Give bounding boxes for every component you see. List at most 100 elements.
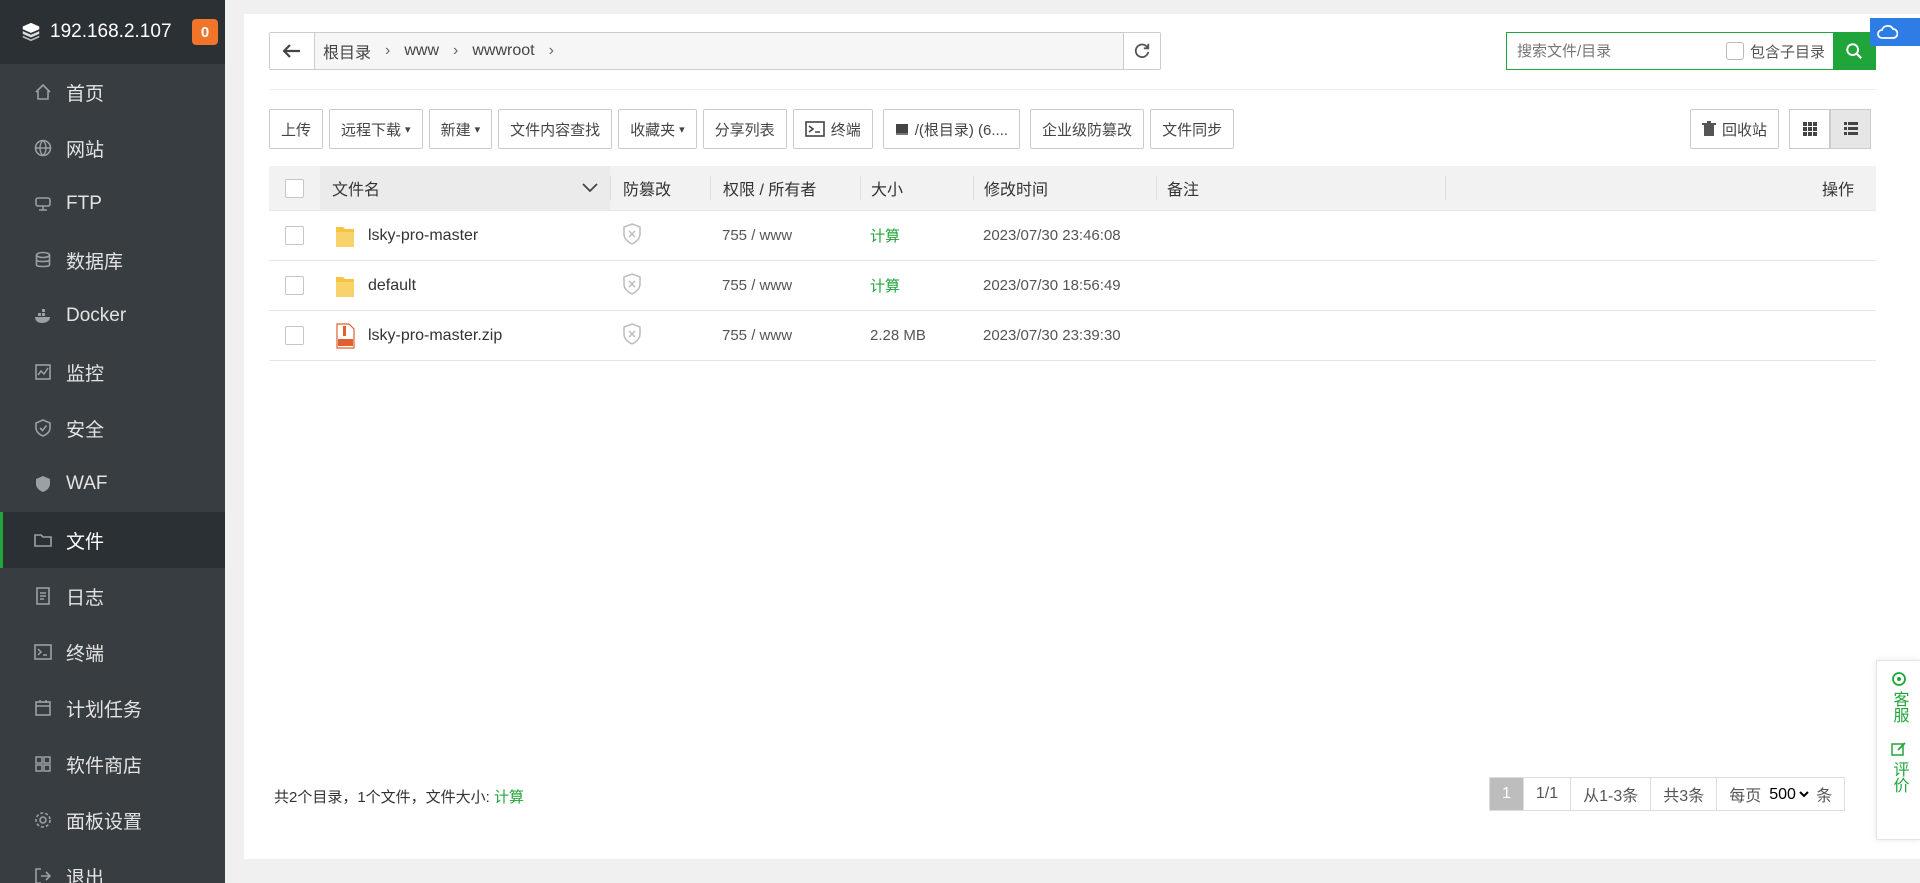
mtime-cell: 2023/07/30 18:56:49 — [983, 277, 1121, 294]
sidebar-item-label: 数据库 — [66, 251, 124, 273]
grid-view-button[interactable] — [1789, 109, 1831, 149]
waf-icon — [32, 473, 54, 495]
per-page-select[interactable]: 500 — [1765, 784, 1813, 804]
summary-calc-link[interactable]: 计算 — [494, 789, 524, 806]
review-button[interactable]: 评价 — [1890, 741, 1908, 793]
folder-icon — [334, 223, 356, 249]
server-ip: 192.168.2.107 — [50, 21, 172, 42]
customer-service-label: 客服 — [1890, 691, 1908, 723]
search-button[interactable] — [1833, 33, 1875, 69]
sidebar-item-9[interactable]: 日志 — [0, 568, 225, 624]
sidebar-item-8[interactable]: 文件 — [0, 512, 225, 568]
home-icon — [32, 81, 54, 103]
header-size[interactable]: 大小 — [860, 176, 973, 200]
zip-file-icon — [334, 322, 356, 349]
table-row[interactable]: lsky-pro-master.zip 755 / www 2.28 MB 2023/… — [269, 311, 1876, 361]
row-checkbox[interactable] — [285, 226, 304, 245]
file-name[interactable]: lsky-pro-master.zip — [368, 327, 502, 345]
include-subdir-toggle[interactable]: 包含子目录 — [1725, 33, 1833, 69]
sidebar-item-11[interactable]: 计划任务 — [0, 680, 225, 736]
file-name-cell[interactable]: lsky-pro-master — [320, 223, 610, 249]
header-op: 操作 — [1445, 176, 1876, 200]
tamper-shield-icon[interactable] — [622, 322, 642, 349]
apps-icon — [32, 753, 54, 775]
page-total: 共3条 — [1651, 778, 1718, 810]
recycle-bin-label: 回收站 — [1722, 121, 1768, 139]
sidebar-item-1[interactable]: 网站 — [0, 120, 225, 176]
sidebar-item-10[interactable]: 终端 — [0, 624, 225, 680]
page-current[interactable]: 1 — [1490, 778, 1524, 810]
sidebar: 192.168.2.107 0 首页 网站 FTP 数据库 Docker 监控 安全 WAF 文… — [0, 0, 225, 883]
sidebar-item-label: 计划任务 — [66, 699, 143, 721]
terminal-button[interactable]: 终端 — [792, 109, 873, 149]
sidebar-item-7[interactable]: WAF — [0, 456, 225, 512]
refresh-button[interactable] — [1123, 33, 1160, 69]
row-checkbox[interactable] — [285, 276, 304, 295]
sidebar-item-4[interactable]: Docker — [0, 288, 225, 344]
perm-cell[interactable]: 755 / www — [710, 327, 860, 344]
file-name-cell[interactable]: default — [320, 273, 610, 299]
share-list-button[interactable]: 分享列表 — [702, 109, 787, 149]
grid-icon — [1802, 122, 1817, 136]
gear-icon — [32, 809, 54, 831]
tamper-proof-button[interactable]: 企业级防篡改 — [1030, 109, 1145, 149]
header-perm: 权限 / 所有者 — [710, 176, 860, 200]
back-button[interactable] — [270, 33, 315, 69]
upload-button[interactable]: 上传 — [269, 109, 324, 149]
tamper-shield-icon[interactable] — [622, 222, 642, 249]
search-input[interactable] — [1507, 33, 1726, 69]
sidebar-item-14[interactable]: 退出 — [0, 848, 225, 883]
select-all-checkbox[interactable] — [285, 178, 304, 198]
header-mtime[interactable]: 修改时间 — [973, 176, 1156, 200]
mtime-cell: 2023/07/30 23:39:30 — [983, 327, 1121, 344]
size-cell[interactable]: 计算 — [860, 225, 973, 246]
header-name[interactable]: 文件名 — [320, 165, 610, 211]
file-name[interactable]: lsky-pro-master — [368, 227, 478, 245]
row-select-cell — [269, 276, 320, 295]
perm-cell[interactable]: 755 / www — [710, 227, 860, 244]
sidebar-item-0[interactable]: 首页 — [0, 64, 225, 120]
tamper-shield-icon[interactable] — [622, 272, 642, 299]
path-bar: 根目录 › www › wwwroot › — [269, 32, 1161, 70]
list-view-button[interactable] — [1830, 109, 1872, 149]
sidebar-item-5[interactable]: 监控 — [0, 344, 225, 400]
sidebar-item-12[interactable]: 软件商店 — [0, 736, 225, 792]
table-body: lsky-pro-master 755 / www 计算 2023/07/30 23:… — [269, 211, 1876, 361]
table-row[interactable]: lsky-pro-master 755 / www 计算 2023/07/30 23:… — [269, 211, 1876, 261]
sidebar-item-2[interactable]: FTP — [0, 176, 225, 232]
headset-icon — [1891, 672, 1906, 686]
new-button[interactable]: 新建 ▾ — [428, 109, 493, 149]
notification-badge[interactable]: 0 — [192, 19, 218, 45]
sidebar-item-label: 退出 — [66, 867, 105, 883]
table-row[interactable]: default 755 / www 计算 2023/07/30 18:56:49 — [269, 261, 1876, 311]
file-name-cell[interactable]: lsky-pro-master.zip — [320, 322, 610, 349]
remote-download-label: 远程下载 — [341, 121, 402, 139]
recycle-bin-button[interactable]: 回收站 — [1690, 109, 1780, 149]
breadcrumb: 根目录 › www › wwwroot › — [315, 33, 1123, 69]
file-sync-button[interactable]: 文件同步 — [1150, 109, 1235, 149]
remote-download-button[interactable]: 远程下载 ▾ — [329, 109, 423, 149]
breadcrumb-wwwroot[interactable]: wwwroot — [472, 42, 534, 60]
include-subdir-label: 包含子目录 — [1749, 43, 1825, 61]
review-label: 评价 — [1890, 761, 1908, 793]
content-search-button[interactable]: 文件内容查找 — [498, 109, 613, 149]
disk-button[interactable]: /(根目录) (6.... — [882, 109, 1021, 149]
breadcrumb-root[interactable]: 根目录 — [323, 39, 371, 63]
file-name[interactable]: default — [368, 277, 416, 295]
row-checkbox[interactable] — [285, 326, 304, 345]
perm-cell[interactable]: 755 / www — [710, 277, 860, 294]
sidebar-item-3[interactable]: 数据库 — [0, 232, 225, 288]
cloud-tab[interactable] — [1870, 18, 1920, 46]
sidebar-item-6[interactable]: 安全 — [0, 400, 225, 456]
favorites-button[interactable]: 收藏夹 ▾ — [618, 109, 697, 149]
folder-icon — [32, 529, 54, 551]
sidebar-item-13[interactable]: 面板设置 — [0, 792, 225, 848]
row-select-cell — [269, 326, 320, 345]
view-toggle — [1789, 109, 1872, 149]
include-subdir-checkbox[interactable] — [1725, 42, 1744, 60]
size-cell[interactable]: 计算 — [860, 275, 973, 296]
tamper-cell — [610, 272, 710, 299]
breadcrumb-www[interactable]: www — [404, 42, 439, 60]
customer-service-button[interactable]: 客服 — [1890, 671, 1908, 723]
select-all-cell — [269, 178, 320, 198]
